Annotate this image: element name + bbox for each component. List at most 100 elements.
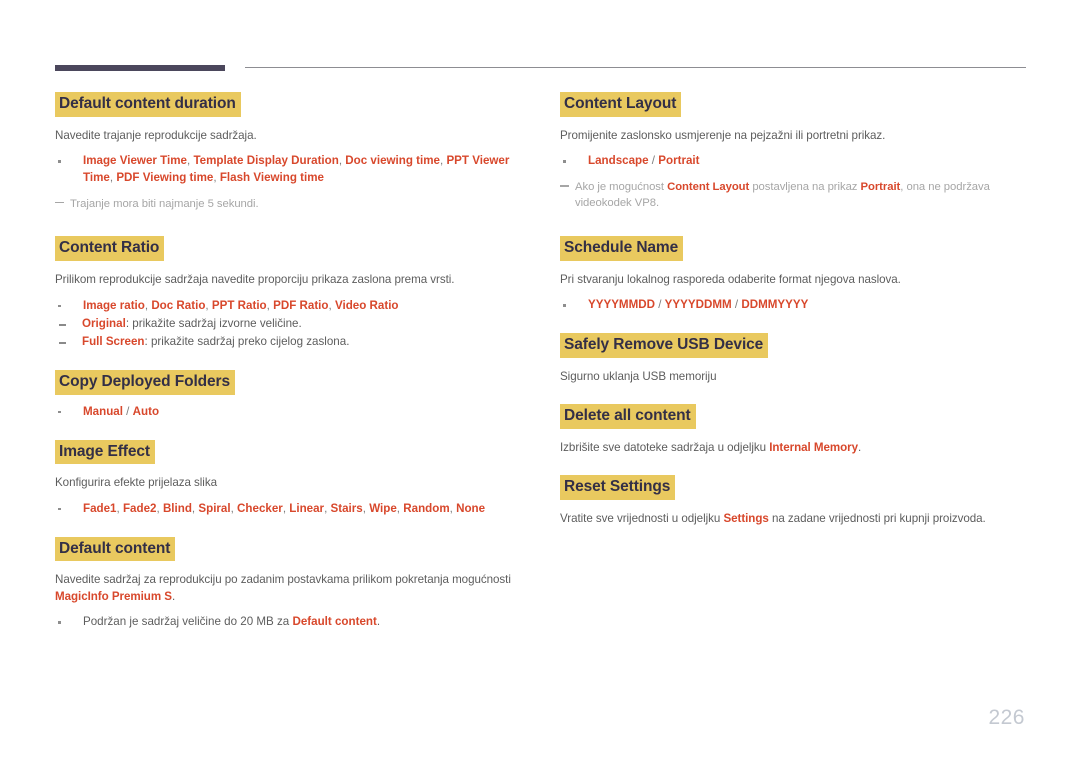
accent-term: Settings xyxy=(723,512,769,526)
text-run: . xyxy=(171,589,176,603)
option-term: Fade2 xyxy=(122,501,157,515)
section-heading: Default content duration xyxy=(55,92,241,117)
option-term: Original xyxy=(82,317,126,331)
section-content-layout: Content Layout Promijenite zaslonsko usm… xyxy=(560,92,1038,212)
separator: / xyxy=(122,404,133,418)
section-reset-settings: Reset Settings Vratite sve vrijednosti u… xyxy=(560,475,1038,527)
option-list: YYYYMMDD / YYYYDDMM / DDMMYYYY xyxy=(560,297,1038,314)
option-term: Blind xyxy=(162,501,192,515)
text-run: : prikažite sadržaj izvorne veličine. xyxy=(125,317,302,331)
accent-term: Default content xyxy=(292,615,377,629)
option-term: YYYYDDMM xyxy=(664,298,732,312)
manual-page: Default content duration Navedite trajan… xyxy=(0,0,1080,763)
list-item: Manual / Auto xyxy=(55,404,535,421)
header-rule-thin xyxy=(245,67,1026,68)
option-list: Image ratio, Doc Ratio, PPT Ratio, PDF R… xyxy=(55,298,535,315)
option-term: Template Display Duration xyxy=(193,154,339,168)
separator: / xyxy=(655,298,665,312)
option-term: Flash Viewing time xyxy=(219,171,325,185)
option-term: Random xyxy=(403,501,450,515)
section-heading: Content Layout xyxy=(560,92,682,117)
section-heading: Delete all content xyxy=(560,404,696,430)
option-term: Manual xyxy=(83,404,123,418)
section-description: Pri stvaranju lokalnog rasporeda odaberi… xyxy=(560,272,901,286)
section-copy-deployed-folders: Copy Deployed Folders Manual / Auto xyxy=(55,369,535,421)
header-rules xyxy=(0,62,1080,74)
section-heading: Content Ratio xyxy=(55,236,165,262)
section-description: Prilikom reprodukcije sadržaja navedite … xyxy=(55,273,455,287)
section-default-content: Default content Navedite sadržaj za repr… xyxy=(55,536,535,632)
section-description: Izbrišite sve datoteke sadržaja u odjelj… xyxy=(560,440,1038,456)
option-term: Fade1 xyxy=(83,501,117,515)
section-description: Sigurno uklanja USB memoriju xyxy=(560,369,717,383)
option-list: Podržan je sadržaj veličine do 20 MB za … xyxy=(55,614,535,631)
section-safely-remove-usb-device: Safely Remove USB Device Sigurno uklanja… xyxy=(560,332,1038,385)
text-run: Navedite sadržaj za reprodukciju po zada… xyxy=(55,573,511,587)
option-list: Image Viewer Time, Template Display Dura… xyxy=(55,153,535,187)
section-description: Navedite sadržaj za reprodukciju po zada… xyxy=(55,572,535,605)
option-term: PDF Ratio xyxy=(273,298,329,312)
option-term: Stairs xyxy=(330,501,363,515)
list-item: Landscape / Portrait xyxy=(560,153,1038,170)
option-term: YYYYMMDD xyxy=(588,298,655,312)
option-term: Doc viewing time xyxy=(345,154,440,168)
option-list: Landscape / Portrait xyxy=(560,153,1038,170)
section-note: Ako je mogućnost Content Layout postavlj… xyxy=(560,179,1038,212)
section-description: Navedite trajanje reprodukcije sadržaja. xyxy=(55,128,257,142)
sub-list-item: Full Screen: prikažite sadržaj preko cij… xyxy=(55,334,535,351)
section-delete-all-content: Delete all content Izbrišite sve datotek… xyxy=(560,404,1038,456)
section-heading: Default content xyxy=(55,536,176,562)
option-term: Linear xyxy=(289,501,325,515)
section-heading: Reset Settings xyxy=(560,475,676,501)
section-heading: Safely Remove USB Device xyxy=(560,332,769,358)
option-term: PPT Ratio xyxy=(211,298,267,312)
text-run: . xyxy=(376,615,381,629)
sub-option-list: Original: prikažite sadržaj izvorne veli… xyxy=(55,316,535,351)
section-heading: Copy Deployed Folders xyxy=(55,369,236,395)
option-term: Image Viewer Time xyxy=(83,154,187,168)
option-term: None xyxy=(456,501,486,515)
text-run: postavljena na prikaz xyxy=(749,181,861,194)
option-term: Landscape xyxy=(588,154,649,168)
section-description: Konfigurira efekte prijelaza slika xyxy=(55,476,217,490)
option-term: Doc Ratio xyxy=(151,298,206,312)
list-item: Fade1, Fade2, Blind, Spiral, Checker, Li… xyxy=(55,501,535,518)
list-item: Image Viewer Time, Template Display Dura… xyxy=(55,153,535,187)
section-description: Vratite sve vrijednosti u odjeljku Setti… xyxy=(560,511,1038,527)
option-term: DDMMYYYY xyxy=(741,298,809,312)
accent-term: MagicInfo Premium S xyxy=(55,589,172,603)
option-term: Full Screen xyxy=(82,335,145,349)
option-list: Manual / Auto xyxy=(55,404,535,421)
list-item: YYYYMMDD / YYYYDDMM / DDMMYYYY xyxy=(560,297,1038,314)
separator: / xyxy=(648,154,659,168)
section-content-ratio: Content Ratio Prilikom reprodukcije sadr… xyxy=(55,236,535,351)
section-image-effect: Image Effect Konfigurira efekte prijelaz… xyxy=(55,439,535,518)
text-run: na zadane vrijednosti pri kupnji proizvo… xyxy=(768,512,986,526)
page-number: 226 xyxy=(988,706,1025,729)
list-item: Image ratio, Doc Ratio, PPT Ratio, PDF R… xyxy=(55,298,535,315)
option-term: Video Ratio xyxy=(334,298,399,312)
separator: / xyxy=(731,298,742,312)
section-note: Trajanje mora biti najmanje 5 sekundi. xyxy=(55,196,535,212)
left-column: Default content duration Navedite trajan… xyxy=(55,92,535,633)
text-run: : prikažite sadržaj preko cijelog zaslon… xyxy=(144,335,350,349)
accent-term: Portrait xyxy=(860,181,901,194)
section-description: Promijenite zaslonsko usmjerenje na pejz… xyxy=(560,128,886,142)
right-column: Content Layout Promijenite zaslonsko usm… xyxy=(560,92,1038,530)
section-default-content-duration: Default content duration Navedite trajan… xyxy=(55,92,535,212)
option-term: Checker xyxy=(237,501,283,515)
option-term: Auto xyxy=(132,404,160,418)
text-run: Vratite sve vrijednosti u odjeljku xyxy=(560,512,724,526)
text-run: Izbrišite sve datoteke sadržaja u odjelj… xyxy=(560,441,770,455)
section-heading: Image Effect xyxy=(55,439,155,465)
option-list: Fade1, Fade2, Blind, Spiral, Checker, Li… xyxy=(55,501,535,518)
list-item: Podržan je sadržaj veličine do 20 MB za … xyxy=(55,614,535,631)
option-term: PDF Viewing time xyxy=(116,171,214,185)
section-schedule-name: Schedule Name Pri stvaranju lokalnog ras… xyxy=(560,235,1038,314)
accent-term: Content Layout xyxy=(667,181,750,194)
option-term: Image ratio xyxy=(83,298,145,312)
text-run: Ako je mogućnost xyxy=(575,181,668,194)
option-term: Spiral xyxy=(198,501,231,515)
header-rule-thick xyxy=(55,65,225,71)
section-heading: Schedule Name xyxy=(560,235,684,261)
